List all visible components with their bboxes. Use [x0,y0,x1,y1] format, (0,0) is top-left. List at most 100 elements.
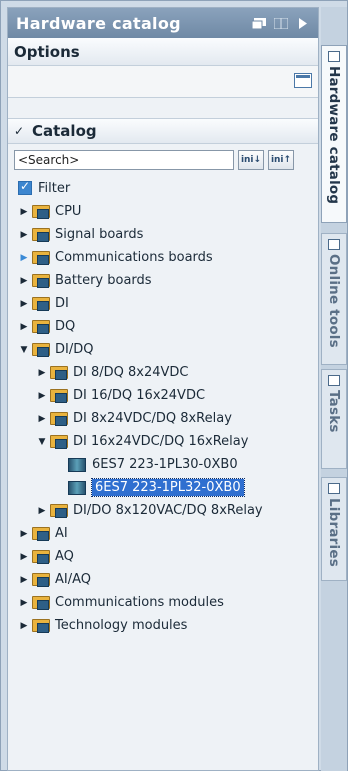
tree-node-label: DI/DO 8x120VAC/DQ 8xRelay [73,503,263,518]
libraries-icon [328,483,340,494]
hardware-catalog-window: Hardware catalog Options ✓ Catalog ini↓ … [0,0,348,771]
expand-right-icon[interactable]: ▶ [18,230,30,240]
tree-node[interactable]: ▶ Communications boards [8,246,318,269]
folder-icon [32,251,50,265]
options-pane [8,66,318,98]
folder-icon [32,297,50,311]
float-window-icon[interactable] [252,17,266,29]
expand-right-icon[interactable]: ▶ [18,322,30,332]
tree-node[interactable]: ▶ DI 8x24VDC/DQ 8xRelay [8,407,318,430]
tab-label: Hardware catalog [326,66,342,205]
folder-icon [32,573,50,587]
tree-node-label: DI 8/DQ 8x24VDC [73,365,189,380]
module-icon [68,457,86,472]
search-input[interactable] [14,150,234,170]
expand-right-icon[interactable]: ▶ [18,621,30,631]
tree-node[interactable]: ▶ Communications modules [8,591,318,614]
online-tools-icon [328,239,340,250]
folder-icon [50,412,68,426]
tree-node-label: CPU [55,204,82,219]
expand-down-icon[interactable]: ▼ [18,345,30,355]
folder-icon [50,435,68,449]
tree-node[interactable]: ▶ DI 16/DQ 16x24VDC [8,384,318,407]
search-up-button[interactable]: ini↑ [268,150,294,170]
split-view-icon[interactable] [274,17,288,29]
expand-down-icon[interactable]: ▼ [36,437,48,447]
filter-row[interactable]: Filter [8,176,318,200]
search-row: ini↓ ini↑ [8,144,318,176]
expand-right-icon[interactable]: ▶ [36,414,48,424]
search-down-button[interactable]: ini↓ [238,150,264,170]
folder-icon [32,550,50,564]
tree-node-label: Communications boards [55,250,213,265]
tree-node[interactable]: ▼ DI/DQ [8,338,318,361]
tree-node-label: 6ES7 223-1PL30-0XB0 [92,457,238,472]
tab-libraries[interactable]: Libraries [321,477,347,581]
panel-titlebar: Hardware catalog [8,8,318,38]
expand-right-icon[interactable]: ▶ [18,299,30,309]
tree-node-label: Technology modules [55,618,188,633]
folder-icon [32,343,50,357]
tree-node-label: DI 16x24VDC/DQ 16xRelay [73,434,249,449]
tree-node[interactable]: ▶ AQ [8,545,318,568]
tree-node-label: DI/DQ [55,342,94,357]
tree-node-label: DI 16/DQ 16x24VDC [73,388,206,403]
expand-right-icon[interactable]: ▶ [18,575,30,585]
chevron-down-icon[interactable]: ✓ [14,124,24,138]
tab-label: Tasks [326,390,342,433]
options-header[interactable]: Options [8,38,318,66]
tab-label: Online tools [326,254,342,348]
expand-right-icon[interactable]: ▶ [36,368,48,378]
module-icon [68,480,86,495]
tab-tasks[interactable]: Tasks [321,369,347,469]
tree-node-label: Signal boards [55,227,144,242]
tree-node-label: AI/AQ [55,572,92,587]
catalog-tree: ▶ CPU ▶ Signal boards ▶ Communications boards… [8,200,318,637]
tab-online-tools[interactable]: Online tools [321,233,347,365]
tab-hardware-catalog[interactable]: Hardware catalog [321,45,347,223]
tree-node[interactable]: ▶ AI [8,522,318,545]
catalog-tab-icon [328,51,340,62]
tree-node-label: AQ [55,549,74,564]
tree-node[interactable]: ▶ DI/DO 8x120VAC/DQ 8xRelay [8,499,318,522]
tab-label: Libraries [326,498,342,567]
tree-node[interactable]: ▶ Signal boards [8,223,318,246]
folder-icon [32,596,50,610]
collapse-right-icon[interactable] [296,17,310,29]
expand-right-icon[interactable]: ▶ [36,506,48,516]
folder-icon [32,274,50,288]
tree-node[interactable]: 6ES7 223-1PL30-0XB0 [8,453,318,476]
tree-node[interactable]: ▶ DI [8,292,318,315]
folder-icon [50,366,68,380]
folder-icon [32,205,50,219]
tree-node[interactable]: ▶ Battery boards [8,269,318,292]
folder-icon [50,504,68,518]
expand-right-icon[interactable]: ▶ [18,253,30,263]
expand-right-icon[interactable]: ▶ [18,276,30,286]
tree-node[interactable]: 6ES7 223-1PL32-0XB0 [8,476,318,499]
options-window-icon[interactable] [294,73,312,88]
tree-node[interactable]: ▶ CPU [8,200,318,223]
tree-node-label: DI [55,296,69,311]
tree-node[interactable]: ▶ AI/AQ [8,568,318,591]
expand-right-icon[interactable]: ▶ [18,598,30,608]
options-label: Options [14,42,80,61]
expand-right-icon[interactable]: ▶ [18,529,30,539]
tree-node[interactable]: ▶ DI 8/DQ 8x24VDC [8,361,318,384]
catalog-header[interactable]: ✓ Catalog [8,118,318,144]
folder-icon [50,389,68,403]
expand-right-icon[interactable]: ▶ [18,207,30,217]
tree-node-label: Battery boards [55,273,152,288]
folder-icon [32,320,50,334]
expand-right-icon[interactable]: ▶ [18,552,30,562]
tree-node[interactable]: ▶ Technology modules [8,614,318,637]
folder-icon [32,527,50,541]
expand-right-icon[interactable]: ▶ [36,391,48,401]
folder-icon [32,228,50,242]
tree-node[interactable]: ▶ DQ [8,315,318,338]
tree-node[interactable]: ▼ DI 16x24VDC/DQ 16xRelay [8,430,318,453]
filter-checkbox[interactable] [18,179,32,195]
tree-node-label: DI 8x24VDC/DQ 8xRelay [73,411,232,426]
tree-node-label: Communications modules [55,595,224,610]
panel-title: Hardware catalog [16,13,181,33]
